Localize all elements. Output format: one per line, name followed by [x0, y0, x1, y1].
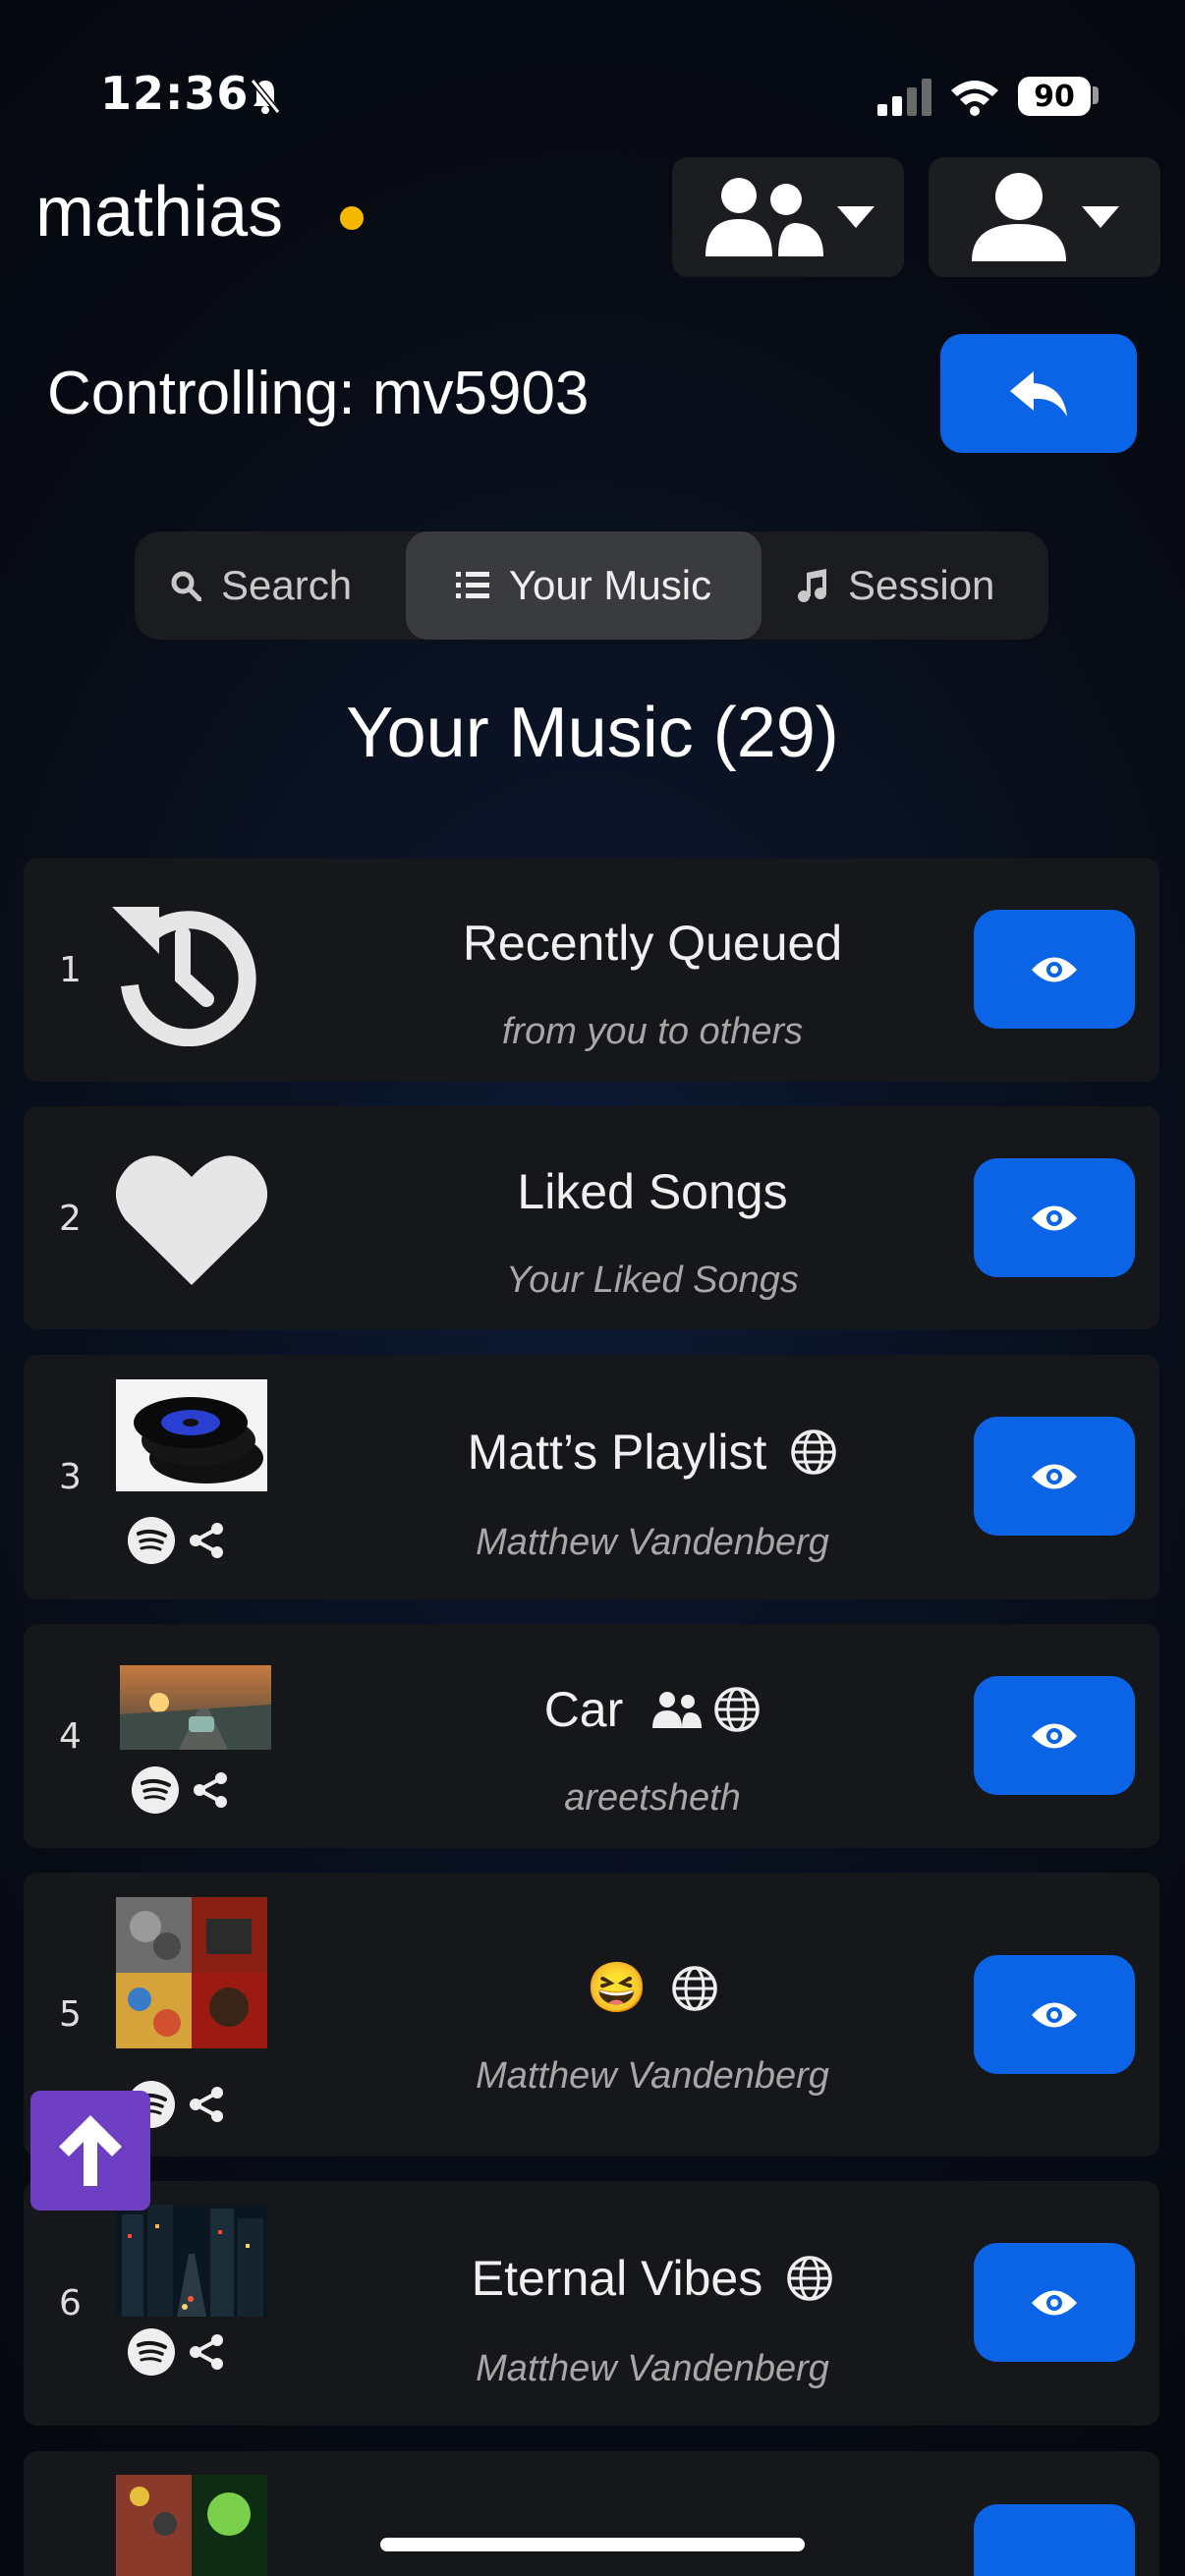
tab-search-label: Search [221, 562, 353, 608]
playlist-title: Matt’s Playlist [467, 1425, 767, 1480]
playlist-subtitle: Matthew Vandenberg [476, 1522, 829, 1563]
playlist-title: Liked Songs [517, 1164, 788, 1219]
playlist-title-row: 😆 [397, 1959, 908, 2017]
view-playlist-button[interactable] [974, 2504, 1135, 2576]
username: mathias [35, 173, 284, 252]
users-icon [652, 1692, 703, 1728]
playlist-title-row: Matt’s Playlist [397, 1424, 908, 1481]
reply-arrow-icon [1010, 370, 1067, 417]
controlling-label: Controlling: [47, 360, 356, 427]
playlist-row[interactable]: 2 Liked Songs Your Liked Songs [24, 1106, 1159, 1329]
spotify-icon[interactable] [132, 1766, 179, 1814]
tab-search[interactable]: Search [170, 532, 352, 640]
controlled-device: mv5903 [371, 360, 590, 427]
music-note-icon [798, 569, 826, 602]
tab-session[interactable]: Session [797, 532, 994, 640]
heart-icon [116, 1155, 267, 1285]
playlist-source-icons [128, 1517, 224, 1564]
view-playlist-button[interactable] [974, 1158, 1135, 1277]
playlist-source-icons [132, 1766, 228, 1814]
globe-icon [791, 1429, 837, 1475]
spotify-icon[interactable] [128, 2328, 175, 2376]
playlist-title-row: Car [397, 1681, 908, 1738]
playlist-title: 😆 [586, 1960, 649, 2015]
playlist-row[interactable]: 6 Eternal Vibes Matthew Vandenberg [24, 2181, 1159, 2426]
row-number: 4 [59, 1716, 82, 1757]
album-collage-art [116, 1897, 267, 2048]
eye-icon [1032, 1205, 1077, 1230]
view-playlist-button[interactable] [974, 2243, 1135, 2362]
row-number: 6 [59, 2283, 82, 2324]
row-number: 3 [59, 1457, 82, 1497]
globe-icon [672, 1965, 717, 2011]
playlist-subtitle: from you to others [501, 1011, 804, 1052]
status-time: 12:36 [100, 67, 250, 120]
tab-bar: Search Your Music Session [135, 532, 1048, 640]
share-icon[interactable] [189, 1522, 224, 1559]
view-playlist-button[interactable] [974, 1955, 1135, 2074]
row-number: 1 [59, 950, 82, 990]
album-collage-art [116, 2475, 267, 2576]
playlist-subtitle: Matthew Vandenberg [476, 2348, 829, 2389]
globe-icon [787, 2256, 832, 2301]
playlist-title: Recently Queued [462, 916, 843, 971]
vinyl-records-art [116, 1379, 267, 1491]
share-icon[interactable] [189, 2333, 224, 2371]
section-title: Your Music (29) [346, 694, 839, 772]
playlist-row[interactable]: 1 Recently Queued from you to others [24, 858, 1159, 1082]
spotify-icon[interactable] [128, 1517, 175, 1564]
tab-session-label: Session [848, 562, 995, 608]
playlist-subtitle: Matthew Vandenberg [476, 2055, 829, 2097]
tab-your-music[interactable]: Your Music [406, 532, 762, 640]
tab-your-music-label: Your Music [508, 562, 712, 608]
eye-icon [1032, 1723, 1077, 1748]
list-icon [455, 572, 489, 598]
profile-menu-button[interactable] [929, 157, 1160, 277]
view-playlist-button[interactable] [974, 1676, 1135, 1795]
playlist-source-icons [128, 2328, 224, 2376]
caret-down-icon [1082, 206, 1119, 228]
scroll-to-top-button[interactable] [30, 2091, 150, 2211]
eye-icon [1032, 2290, 1077, 2315]
home-indicator [380, 2538, 805, 2551]
playlist-subtitle: areetsheth [564, 1777, 741, 1819]
playlist-row[interactable]: 4 Car areetsheth [24, 1624, 1159, 1848]
cellular-signal-icon [877, 79, 931, 116]
bell-slash-icon [251, 79, 280, 114]
online-status-dot [340, 206, 364, 230]
share-icon[interactable] [193, 1771, 228, 1809]
globe-icon [714, 1687, 761, 1732]
history-icon [112, 907, 256, 1046]
playlist-title-row: Eternal Vibes [397, 2250, 908, 2307]
view-playlist-button[interactable] [974, 1417, 1135, 1536]
eye-icon [1032, 957, 1077, 981]
user-icon [972, 173, 1066, 261]
search-icon [171, 571, 201, 601]
eye-icon [1032, 2002, 1077, 2027]
city-night-art [116, 2205, 267, 2317]
battery-tip [1093, 86, 1099, 104]
friends-menu-button[interactable] [672, 157, 904, 277]
playlist-title: Eternal Vibes [471, 2251, 763, 2306]
wifi-icon [951, 81, 998, 116]
share-icon[interactable] [189, 2086, 224, 2123]
playlist-title: Car [543, 1682, 624, 1737]
arrow-up-icon [59, 2115, 122, 2186]
view-playlist-button[interactable] [974, 910, 1135, 1029]
playlist-subtitle: Your Liked Songs [506, 1260, 799, 1301]
eye-icon [1032, 1464, 1077, 1488]
car-road-art [120, 1665, 271, 1750]
stop-controlling-button[interactable] [940, 334, 1137, 453]
users-icon [705, 178, 823, 256]
playlist-row[interactable]: 5 😆 Matthew Vandenberg [24, 1873, 1159, 2156]
playlist-row[interactable]: 3 Matt’s Playlist Matthew Vandenberg [24, 1355, 1159, 1599]
caret-down-icon [837, 206, 875, 228]
playlist-row[interactable] [24, 2451, 1159, 2576]
row-number: 2 [59, 1199, 82, 1239]
row-number: 5 [59, 1994, 82, 2035]
controlling-status: Controlling: mv5903 [47, 359, 589, 428]
battery-indicator: 90 [1018, 77, 1091, 116]
